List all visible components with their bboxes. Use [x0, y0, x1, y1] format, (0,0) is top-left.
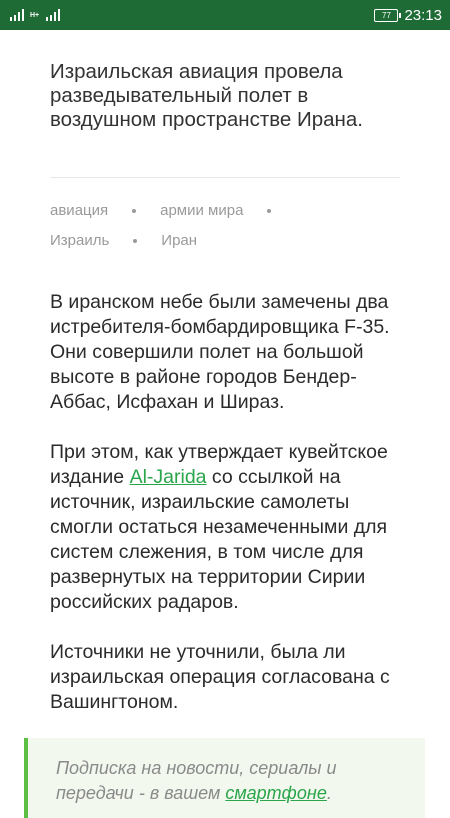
- tag-list: авиация армии мира Израиль Иран: [50, 196, 410, 256]
- tag-separator-dot: [267, 209, 272, 213]
- signal-strength-icon-2: [46, 9, 61, 21]
- battery-icon: 77: [374, 8, 402, 22]
- source-link-al-jarida[interactable]: Al-Jarida: [130, 466, 207, 488]
- tag-row-1: авиация армии мира: [50, 196, 410, 226]
- tag-israel[interactable]: Израиль: [50, 226, 109, 256]
- promo-smartphone-link[interactable]: смартфоне: [225, 783, 327, 803]
- article-title: Израильская авиация провела разведывател…: [50, 60, 363, 131]
- paragraph-2-end: со ссылкой на источник, израильские само…: [50, 466, 388, 613]
- paragraph-3: Источники не уточнили, была ли израильск…: [50, 641, 390, 713]
- status-bar-right: 77 23:13: [374, 7, 442, 24]
- network-type-label: H+: [30, 11, 40, 19]
- promo-text-end: .: [326, 783, 332, 803]
- status-bar-left: H+: [10, 9, 61, 21]
- tag-world-armies[interactable]: армии мира: [160, 196, 243, 226]
- tag-row-2: Израиль Иран: [50, 226, 410, 256]
- status-bar: H+ 77 23:13: [0, 0, 450, 30]
- subscription-promo: Подписка на новости, сериалы и передачи …: [24, 738, 425, 818]
- tag-separator-dot: [132, 209, 137, 213]
- tag-separator-dot: [133, 239, 138, 243]
- paragraph-1: В иранском небе были замечены два истреб…: [50, 291, 390, 413]
- article-body: В иранском небе были замечены два истреб…: [50, 290, 410, 740]
- battery-level: 77: [382, 10, 391, 20]
- tag-aviation[interactable]: авиация: [50, 196, 108, 226]
- tag-iran[interactable]: Иран: [161, 226, 197, 256]
- signal-strength-icon: [10, 9, 24, 21]
- paragraph-2: При этом, как утверждает кувейтское изда…: [50, 440, 410, 615]
- clock: 23:13: [404, 6, 442, 24]
- divider: [50, 177, 400, 178]
